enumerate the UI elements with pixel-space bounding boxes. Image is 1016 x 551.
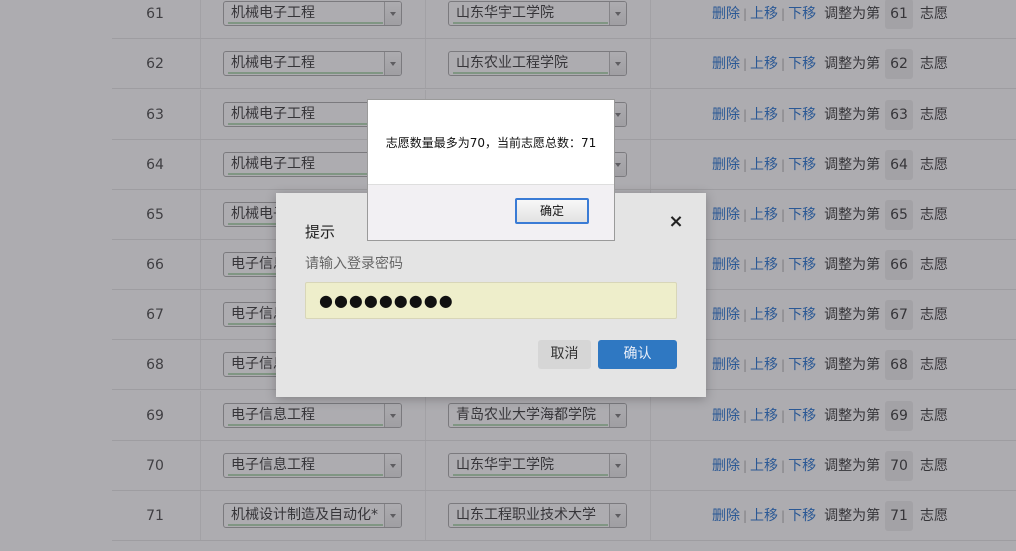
cancel-button[interactable]: 取消	[538, 340, 591, 369]
alert-dialog: 志愿数量最多为70，当前志愿总数：71 确定	[367, 99, 615, 241]
confirm-button[interactable]: 确认	[598, 340, 677, 369]
alert-footer: 确定	[368, 184, 614, 240]
password-input[interactable]: ●●●●●●●●●	[305, 282, 677, 319]
close-icon[interactable]: ×	[667, 213, 685, 231]
password-hint: 请输入登录密码	[305, 256, 403, 272]
dialog-title: 提示	[305, 223, 336, 241]
alert-message: 志愿数量最多为70，当前志愿总数：71	[385, 136, 597, 150]
alert-ok-button[interactable]: 确定	[515, 198, 589, 224]
